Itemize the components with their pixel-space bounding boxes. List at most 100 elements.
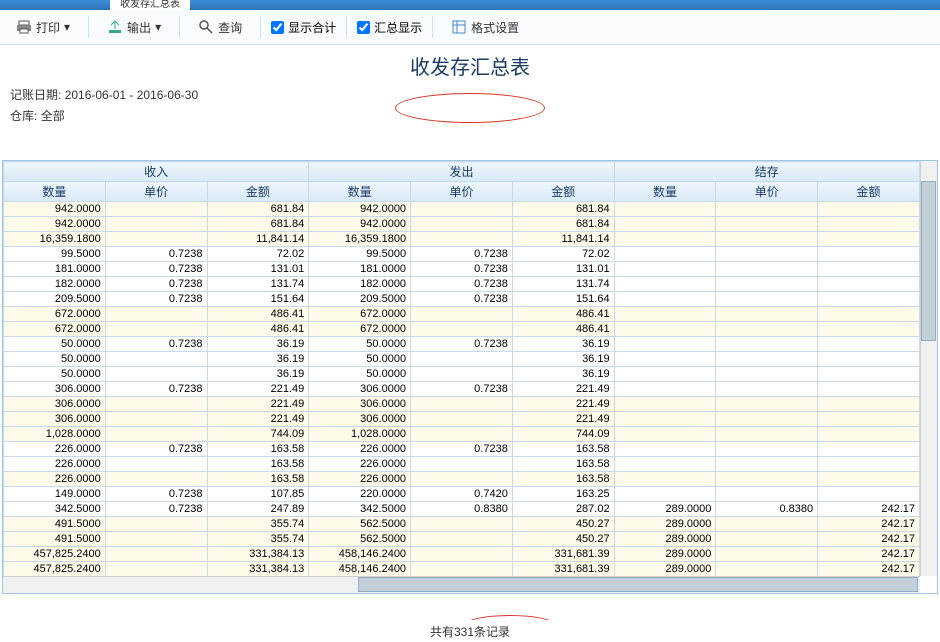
- col-header[interactable]: 单价: [411, 182, 513, 202]
- cell: [716, 337, 818, 352]
- table-row[interactable]: 942.0000681.84942.0000681.84: [4, 202, 920, 217]
- show-total-input[interactable]: [271, 21, 284, 34]
- table-row[interactable]: 209.50000.7238151.64209.50000.7238151.64: [4, 292, 920, 307]
- table-row[interactable]: 306.0000221.49306.0000221.49: [4, 412, 920, 427]
- cell: 221.49: [207, 382, 309, 397]
- cell: 1,028.0000: [4, 427, 106, 442]
- cell: 681.84: [207, 202, 309, 217]
- cell: 226.0000: [4, 472, 106, 487]
- cell: [105, 517, 207, 532]
- cell: [716, 382, 818, 397]
- cell: 672.0000: [4, 307, 106, 322]
- table-row[interactable]: 342.50000.7238247.89342.50000.8380287.02…: [4, 502, 920, 517]
- show-total-checkbox[interactable]: 显示合计: [271, 19, 336, 36]
- cell: 0.7238: [105, 442, 207, 457]
- summary-checkbox[interactable]: 汇总显示: [357, 19, 422, 36]
- cell: [105, 232, 207, 247]
- cell: 226.0000: [4, 442, 106, 457]
- table-row[interactable]: 457,825.2400331,384.13458,146.2400331,68…: [4, 547, 920, 562]
- col-header[interactable]: 单价: [105, 182, 207, 202]
- table-row[interactable]: 16,359.180011,841.1416,359.180011,841.14: [4, 232, 920, 247]
- cell: 242.17: [818, 502, 920, 517]
- table-row[interactable]: 149.00000.7238107.85220.00000.7420163.25: [4, 487, 920, 502]
- table-row[interactable]: 226.0000163.58226.0000163.58: [4, 457, 920, 472]
- cell: [614, 232, 716, 247]
- table-row[interactable]: 50.00000.723836.1950.00000.723836.19: [4, 337, 920, 352]
- cell: [105, 352, 207, 367]
- dropdown-icon: ▾: [64, 20, 70, 34]
- query-button[interactable]: 查询: [190, 16, 250, 39]
- cell: 247.89: [207, 502, 309, 517]
- format-button[interactable]: 格式设置: [443, 16, 527, 39]
- cell: 306.0000: [309, 382, 411, 397]
- col-header[interactable]: 金额: [207, 182, 309, 202]
- table-row[interactable]: 672.0000486.41672.0000486.41: [4, 322, 920, 337]
- col-header[interactable]: 金额: [818, 182, 920, 202]
- cell: 36.19: [207, 352, 309, 367]
- cell: 342.5000: [4, 502, 106, 517]
- table-row[interactable]: 50.000036.1950.000036.19: [4, 352, 920, 367]
- cell: [411, 412, 513, 427]
- group-header-row: 收入 发出 结存: [4, 162, 920, 182]
- cell: [818, 382, 920, 397]
- group-header-balance: 结存: [716, 162, 818, 182]
- col-header[interactable]: 金额: [512, 182, 614, 202]
- table-row[interactable]: 99.50000.723872.0299.50000.723872.02: [4, 247, 920, 262]
- date-label: 记账日期:: [10, 88, 61, 102]
- summary-input[interactable]: [357, 21, 370, 34]
- cell: [818, 412, 920, 427]
- cell: 131.74: [207, 277, 309, 292]
- cell: 491.5000: [4, 517, 106, 532]
- cell: 72.02: [512, 247, 614, 262]
- vertical-scrollbar[interactable]: [920, 161, 937, 576]
- cell: 289.0000: [614, 502, 716, 517]
- cell: 36.19: [512, 352, 614, 367]
- cell: 242.17: [818, 547, 920, 562]
- cell: [105, 457, 207, 472]
- table-row[interactable]: 181.00000.7238131.01181.00000.7238131.01: [4, 262, 920, 277]
- tab-active[interactable]: 收发存汇总表: [110, 0, 190, 10]
- cell: 0.7238: [105, 502, 207, 517]
- table-row[interactable]: 226.0000163.58226.0000163.58: [4, 472, 920, 487]
- table-row[interactable]: 226.00000.7238163.58226.00000.7238163.58: [4, 442, 920, 457]
- table-row[interactable]: 182.00000.7238131.74182.00000.7238131.74: [4, 277, 920, 292]
- cell: 209.5000: [4, 292, 106, 307]
- table-row[interactable]: 306.0000221.49306.0000221.49: [4, 397, 920, 412]
- cell: 0.7238: [411, 247, 513, 262]
- table-row[interactable]: 306.00000.7238221.49306.00000.7238221.49: [4, 382, 920, 397]
- cell: 289.0000: [614, 532, 716, 547]
- table-row[interactable]: 457,825.2400331,384.13458,146.2400331,68…: [4, 562, 920, 577]
- col-header[interactable]: 数量: [614, 182, 716, 202]
- cell: 149.0000: [4, 487, 106, 502]
- cell: 457,825.2400: [4, 547, 106, 562]
- table-row[interactable]: 491.5000355.74562.5000450.27289.0000242.…: [4, 532, 920, 547]
- table-row[interactable]: 50.000036.1950.000036.19: [4, 367, 920, 382]
- col-header[interactable]: 单价: [716, 182, 818, 202]
- search-icon: [198, 19, 214, 35]
- cell: [818, 337, 920, 352]
- cell: [818, 352, 920, 367]
- table-row[interactable]: 942.0000681.84942.0000681.84: [4, 217, 920, 232]
- cell: 486.41: [512, 322, 614, 337]
- print-button[interactable]: 打印 ▾: [8, 16, 78, 39]
- cell: [716, 202, 818, 217]
- cell: 242.17: [818, 532, 920, 547]
- toolbar: 打印 ▾ 输出 ▾ 查询 显示合计 汇总显示 格式设置: [0, 10, 940, 45]
- col-header[interactable]: 数量: [4, 182, 106, 202]
- col-header[interactable]: 数量: [309, 182, 411, 202]
- cell: 289.0000: [614, 517, 716, 532]
- top-bar: 收发存汇总表: [0, 0, 940, 10]
- scroll-thumb[interactable]: [358, 577, 918, 592]
- cell: [818, 307, 920, 322]
- horizontal-scrollbar[interactable]: [3, 576, 920, 593]
- separator: [432, 16, 433, 38]
- export-button[interactable]: 输出 ▾: [99, 16, 169, 39]
- cell: 331,384.13: [207, 547, 309, 562]
- scroll-thumb[interactable]: [921, 181, 936, 341]
- table-row[interactable]: 491.5000355.74562.5000450.27289.0000242.…: [4, 517, 920, 532]
- table-row[interactable]: 1,028.0000744.091,028.0000744.09: [4, 427, 920, 442]
- table-row[interactable]: 672.0000486.41672.0000486.41: [4, 307, 920, 322]
- cell: 36.19: [207, 337, 309, 352]
- cell: [818, 472, 920, 487]
- cell: 50.0000: [309, 337, 411, 352]
